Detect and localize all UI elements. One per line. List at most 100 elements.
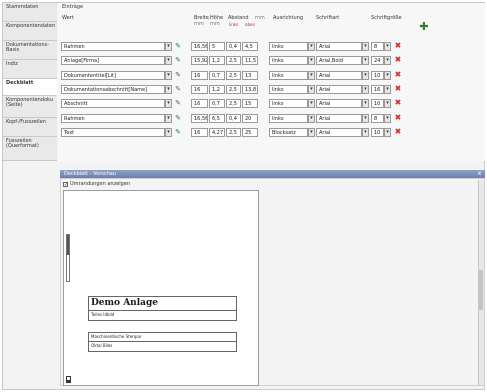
ausrichtung-dropdown-icon[interactable]: ▾: [308, 84, 315, 94]
schriftgroesse-select[interactable]: 8: [371, 42, 384, 51]
show-borders-checkbox[interactable]: ✓: [63, 182, 68, 188]
sidebar-item-kopf-fusszeilen[interactable]: Kopf-/Fusszeilen: [3, 118, 57, 137]
schriftgroesse-select[interactable]: 10: [371, 127, 384, 137]
ausrichtung-select[interactable]: links: [269, 99, 308, 109]
abstand-oben-field[interactable]: 11,5: [242, 56, 258, 66]
hoehe-field[interactable]: 4,27: [209, 127, 225, 137]
ausrichtung-dropdown-icon[interactable]: ▾: [308, 99, 315, 109]
schriftart-select[interactable]: Arial: [316, 127, 362, 137]
schriftart-select[interactable]: Arial: [316, 113, 362, 123]
edit-pencil-icon[interactable]: ✎: [174, 42, 182, 51]
abstand-oben-field[interactable]: 13,8: [242, 84, 258, 94]
breite-field[interactable]: 16: [191, 99, 208, 109]
add-entry-button[interactable]: ✚: [418, 21, 430, 33]
ausrichtung-select[interactable]: links: [269, 84, 308, 94]
schriftgroesse-dropdown-icon[interactable]: ▾: [384, 113, 391, 123]
ausrichtung-select[interactable]: links: [269, 113, 308, 123]
wert-field[interactable]: Rahmen: [61, 42, 165, 51]
wert-dropdown-icon[interactable]: ▾: [165, 99, 172, 109]
schriftart-select[interactable]: Arial: [316, 42, 362, 51]
wert-dropdown-icon[interactable]: ▾: [165, 127, 172, 137]
delete-row-icon[interactable]: ✖: [394, 42, 402, 51]
edit-pencil-icon[interactable]: ✎: [174, 56, 182, 65]
ausrichtung-dropdown-icon[interactable]: ▾: [308, 127, 315, 137]
breite-field[interactable]: 16: [191, 127, 208, 137]
delete-row-icon[interactable]: ✖: [394, 70, 402, 80]
schriftgroesse-select[interactable]: 8: [371, 113, 384, 123]
abstand-oben-field[interactable]: 25: [242, 127, 258, 137]
abstand-oben-field[interactable]: 13: [242, 70, 258, 80]
abstand-links-field[interactable]: 2,5: [226, 56, 241, 66]
edit-pencil-icon[interactable]: ✎: [174, 128, 182, 137]
schriftart-dropdown-icon[interactable]: ▾: [362, 42, 369, 51]
schriftgroesse-dropdown-icon[interactable]: ▾: [384, 56, 391, 66]
schriftgroesse-dropdown-icon[interactable]: ▾: [384, 70, 391, 80]
wert-field[interactable]: Anlage[Firma]: [61, 56, 165, 66]
abstand-oben-field[interactable]: 4,5: [242, 42, 258, 51]
sidebar-item-komponentendoku[interactable]: Komponentendoku (Seite): [3, 96, 57, 118]
preview-scrollbar-thumb[interactable]: [479, 270, 483, 310]
delete-row-icon[interactable]: ✖: [394, 56, 402, 65]
wert-dropdown-icon[interactable]: ▾: [165, 56, 172, 66]
delete-row-icon[interactable]: ✖: [394, 113, 402, 123]
hoehe-field[interactable]: 1,2: [209, 56, 225, 66]
sidebar-item-fusszeilen-querformat[interactable]: Fusszeilen (Querformat): [3, 137, 57, 161]
sidebar-item-stammdaten[interactable]: Stammdaten: [3, 3, 57, 22]
abstand-links-field[interactable]: 2,5: [226, 70, 241, 80]
hoehe-field[interactable]: 0,7: [209, 99, 225, 109]
schriftart-dropdown-icon[interactable]: ▾: [362, 84, 369, 94]
schriftgroesse-dropdown-icon[interactable]: ▾: [384, 127, 391, 137]
abstand-oben-field[interactable]: 15: [242, 99, 258, 109]
wert-dropdown-icon[interactable]: ▾: [165, 42, 172, 51]
abstand-links-field[interactable]: 2,5: [226, 99, 241, 109]
schriftart-dropdown-icon[interactable]: ▾: [362, 70, 369, 80]
breite-field[interactable]: 16,56: [191, 42, 208, 51]
hoehe-field[interactable]: 6,5: [209, 113, 225, 123]
schriftgroesse-select[interactable]: 10: [371, 70, 384, 80]
schriftart-dropdown-icon[interactable]: ▾: [362, 56, 369, 66]
wert-field[interactable]: Abschnitt: [61, 99, 165, 109]
sidebar-item-komponentendaten[interactable]: Komponentendaten: [3, 22, 57, 41]
edit-pencil-icon[interactable]: ✎: [174, 71, 182, 80]
edit-pencil-icon[interactable]: ✎: [174, 85, 182, 94]
schriftgroesse-dropdown-icon[interactable]: ▾: [384, 99, 391, 109]
schriftart-dropdown-icon[interactable]: ▾: [362, 113, 369, 123]
breite-field[interactable]: 16: [191, 70, 208, 80]
hoehe-field[interactable]: 5: [209, 42, 225, 51]
wert-dropdown-icon[interactable]: ▾: [165, 84, 172, 94]
schriftgroesse-dropdown-icon[interactable]: ▾: [384, 42, 391, 51]
hoehe-field[interactable]: 0,7: [209, 70, 225, 80]
edit-pencil-icon[interactable]: ✎: [174, 99, 182, 108]
delete-row-icon[interactable]: ✖: [394, 84, 402, 94]
wert-field[interactable]: Dokumententitel[Lit]: [61, 70, 165, 80]
sidebar-item-deckblatt[interactable]: Deckblatt: [3, 79, 57, 96]
wert-field[interactable]: Rahmen: [61, 113, 165, 123]
schriftart-dropdown-icon[interactable]: ▾: [362, 99, 369, 109]
schriftart-select[interactable]: Arial: [316, 84, 362, 94]
ausrichtung-dropdown-icon[interactable]: ▾: [308, 113, 315, 123]
ausrichtung-select[interactable]: Blocksatz: [269, 127, 308, 137]
schriftart-dropdown-icon[interactable]: ▾: [362, 127, 369, 137]
ausrichtung-dropdown-icon[interactable]: ▾: [308, 42, 315, 51]
abstand-links-field[interactable]: 0,4: [226, 42, 241, 51]
abstand-oben-field[interactable]: 20: [242, 113, 258, 123]
breite-field[interactable]: 16: [191, 84, 208, 94]
schriftgroesse-dropdown-icon[interactable]: ▾: [384, 84, 391, 94]
wert-field[interactable]: Dokumentationsabschnitt[Name]: [61, 84, 165, 94]
wert-dropdown-icon[interactable]: ▾: [165, 113, 172, 123]
close-icon[interactable]: ×: [476, 170, 483, 178]
ausrichtung-select[interactable]: links: [269, 70, 308, 80]
sidebar-item-indiz[interactable]: Indiz: [3, 60, 57, 79]
schriftart-select[interactable]: Arial: [316, 99, 362, 109]
ausrichtung-dropdown-icon[interactable]: ▾: [308, 56, 315, 66]
ausrichtung-select[interactable]: links: [269, 56, 308, 66]
ausrichtung-dropdown-icon[interactable]: ▾: [308, 70, 315, 80]
wert-dropdown-icon[interactable]: ▾: [165, 70, 172, 80]
schriftgroesse-select[interactable]: 16: [371, 84, 384, 94]
schriftgroesse-select[interactable]: 10: [371, 99, 384, 109]
sidebar-item-dokumentations-basis[interactable]: Dokumentations-Basis: [3, 41, 57, 60]
edit-pencil-icon[interactable]: ✎: [174, 114, 182, 123]
delete-row-icon[interactable]: ✖: [394, 127, 402, 137]
abstand-links-field[interactable]: 2,5: [226, 127, 241, 137]
schriftgroesse-select[interactable]: 24: [371, 56, 384, 66]
